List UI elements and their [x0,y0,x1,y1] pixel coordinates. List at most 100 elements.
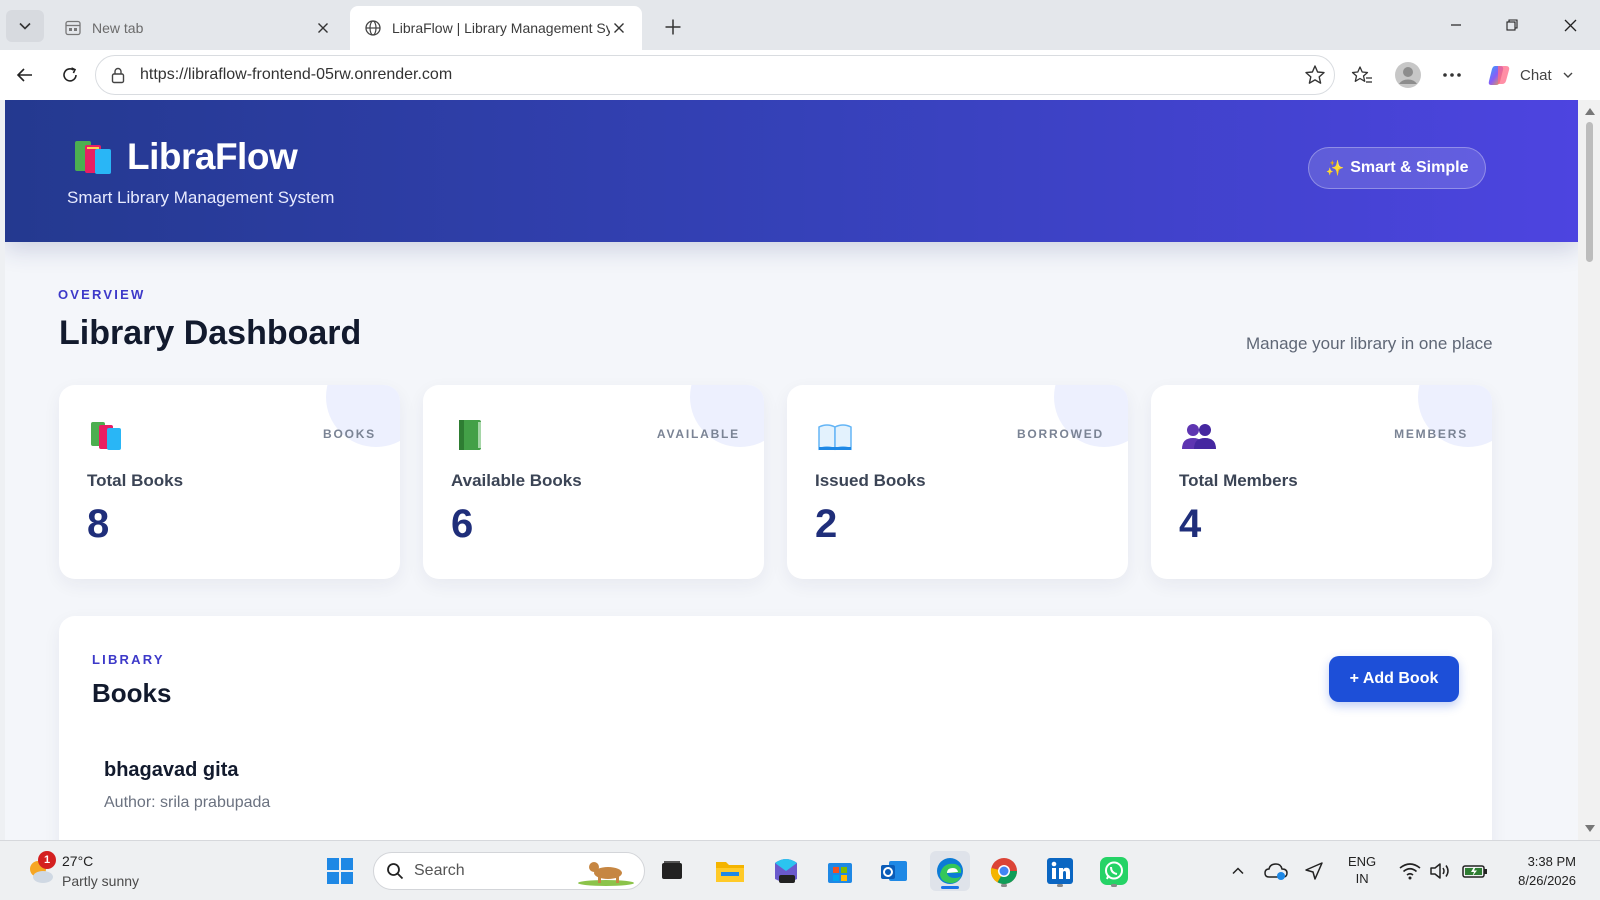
browser-tab-bar: New tab LibraFlow | Library Management S… [0,0,1600,50]
running-indicator [1057,884,1063,887]
wifi-icon [1399,863,1421,880]
books-stack-icon [91,422,121,450]
copilot-icon [1488,66,1510,85]
card-value: 2 [815,502,838,546]
volume-tray-button[interactable] [1428,859,1452,883]
card-tag: AVAILABLE [656,427,740,441]
tab-actions-button[interactable] [6,10,44,42]
running-indicator [1001,884,1007,887]
whatsapp-button[interactable] [1094,851,1134,891]
scroll-up-arrow-icon[interactable] [1585,108,1595,115]
green-book-icon [459,420,481,450]
open-book-icon [818,424,852,451]
scroll-down-arrow-icon[interactable] [1585,825,1595,832]
chevron-down-icon [1563,72,1573,78]
restore-icon [1506,19,1518,31]
edge-browser-button[interactable] [930,851,970,891]
brand: LibraFlow [73,136,298,178]
language-indicator[interactable]: ENG IN [1348,853,1376,887]
clock-date: 8/26/2026 [1518,873,1576,888]
chat-label: Chat [1520,66,1552,84]
reload-button[interactable] [52,58,88,92]
chrome-icon [990,858,1018,885]
avatar-icon [1395,62,1421,88]
url-text[interactable]: https://libraflow-frontend-05rw.onrender… [140,66,1304,84]
restore-button[interactable] [1490,8,1534,42]
books-logo-icon [75,141,111,174]
chrome-button[interactable] [984,851,1024,891]
book-author: Author: srila prabupada [104,794,271,811]
active-app-indicator [941,886,959,889]
new-tab-button[interactable] [658,12,688,42]
taskbar-search[interactable]: Search [373,852,645,890]
system-clock[interactable]: 3:38 PM 8/26/2026 [1494,852,1576,890]
profile-button[interactable] [1390,58,1426,92]
lock-icon[interactable] [110,66,126,84]
task-view-icon [662,861,682,879]
more-options-button[interactable] [1434,58,1470,92]
show-hidden-icons-button[interactable] [1226,859,1250,883]
task-view-button[interactable] [652,851,692,891]
library-eyebrow: LIBRARY [92,652,165,667]
chevron-down-icon [19,22,31,30]
onedrive-tray-button[interactable] [1264,859,1288,883]
overview-eyebrow: OVERVIEW [58,287,146,302]
windows-logo-icon [327,858,353,884]
add-book-button[interactable]: + Add Book [1329,656,1459,702]
notification-badge: 1 [38,851,56,869]
outlook-button[interactable] [874,851,914,891]
weather-widget[interactable]: 1 27°C Partly sunny [24,849,174,893]
address-bar[interactable]: https://libraflow-frontend-05rw.onrender… [95,55,1335,95]
card-tag: BOOKS [322,427,376,441]
start-button[interactable] [320,851,360,891]
new-tab-page-icon [65,20,81,36]
minimize-icon [1451,24,1461,26]
favorite-star-icon[interactable] [1304,64,1326,86]
card-value: 8 [87,502,110,546]
card-tag: BORROWED [1016,427,1104,441]
file-explorer-button[interactable] [710,851,750,891]
browser-toolbar: https://libraflow-frontend-05rw.onrender… [0,50,1600,100]
back-button[interactable] [7,58,43,92]
tab-title: LibraFlow | Library Management Sy [392,20,610,36]
page-scrollbar[interactable] [1578,100,1600,840]
copilot-chat-button[interactable]: Chat [1478,56,1590,94]
search-highlight-dog-icon [578,862,634,886]
cloud-icon [1264,863,1288,880]
favorites-button[interactable] [1344,58,1380,92]
chevron-up-icon [1232,867,1244,875]
minimize-button[interactable] [1434,8,1478,42]
folder-icon [716,862,744,882]
badge-label: Smart & Simple [1350,159,1469,176]
microsoft-365-button[interactable] [766,851,806,891]
favorites-list-icon [1351,66,1372,83]
card-value: 4 [1179,502,1202,546]
linkedin-button[interactable] [1040,851,1080,891]
close-tab-icon[interactable] [314,19,332,37]
tab-new-tab[interactable]: New tab [50,6,346,50]
card-value: 6 [451,502,474,546]
scrollbar-thumb[interactable] [1586,122,1593,262]
card-label: Issued Books [815,471,926,490]
close-window-button[interactable] [1548,8,1592,42]
battery-tray-button[interactable] [1461,859,1489,883]
brand-name: LibraFlow [127,136,298,177]
globe-icon [365,20,381,36]
microsoft-store-button[interactable] [820,851,860,891]
wifi-tray-button[interactable] [1398,859,1422,883]
plus-icon [665,19,681,35]
card-label: Total Members [1179,471,1298,490]
close-tab-icon[interactable] [610,19,628,37]
arrow-left-icon [16,68,32,82]
taskbar: 1 27°C Partly sunny Search ENG IN 3:38 P… [0,840,1600,900]
more-dots-icon [1443,73,1461,77]
card-label: Available Books [451,471,582,490]
brand-tagline: Smart Library Management System [67,188,335,207]
location-arrow-icon [1305,862,1323,880]
tab-libraflow[interactable]: LibraFlow | Library Management Sy [350,6,642,50]
smart-simple-badge: ✨ Smart & Simple [1308,147,1486,189]
clock-time: 3:38 PM [1527,854,1576,869]
location-tray-button[interactable] [1302,859,1326,883]
region-code: IN [1355,871,1369,886]
search-label: Search [414,862,465,879]
